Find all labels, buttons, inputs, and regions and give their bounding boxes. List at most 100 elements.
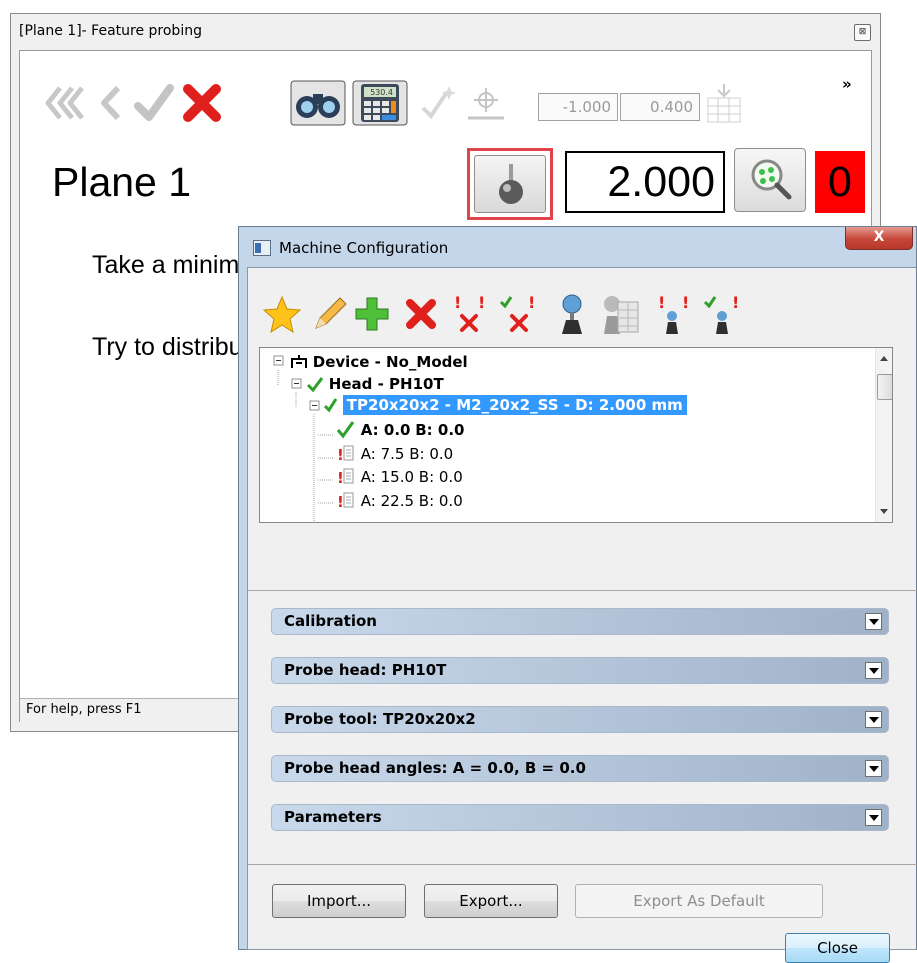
svg-text:!: !	[337, 469, 344, 486]
new-star-icon[interactable]	[262, 294, 302, 334]
angle-b: B: 0.0	[418, 468, 463, 486]
delete-x-icon[interactable]	[403, 296, 439, 332]
section-probe-head[interactable]: Probe head: PH10T	[271, 657, 889, 684]
probe-icon	[499, 164, 523, 204]
valid-x-icon[interactable]: !	[498, 292, 542, 336]
check-icon[interactable]	[132, 80, 176, 126]
divider	[248, 590, 917, 591]
chevron-down-icon[interactable]	[865, 662, 882, 679]
invalid-angle-icon: !	[337, 492, 354, 511]
section-parameters[interactable]: Parameters	[271, 804, 889, 831]
window-title: [Plane 1]- Feature probing	[19, 23, 202, 39]
section-calibration[interactable]: Calibration	[271, 608, 889, 635]
svg-text:!: !	[658, 293, 665, 312]
add-plus-icon[interactable]	[352, 294, 392, 334]
tree-node-angle[interactable]: A: 0.0 B: 0.0	[336, 419, 464, 439]
tree-node-angle[interactable]: ! A: 7.5 B: 0.0	[336, 443, 454, 464]
valid-check-icon	[323, 398, 338, 413]
status-text: For help, press F1	[26, 702, 142, 717]
section-label: Probe head angles: A = 0.0, B = 0.0	[284, 759, 586, 777]
scroll-thumb[interactable]	[877, 374, 892, 400]
magnifier-icon	[751, 159, 792, 200]
svg-text:!: !	[682, 293, 689, 312]
point-count-badge: 0	[815, 151, 865, 213]
section-label: Parameters	[284, 808, 382, 826]
first-icon[interactable]	[42, 80, 86, 126]
angle-b: B: 0.0	[418, 492, 463, 510]
divider	[248, 864, 917, 865]
chevron-down-icon[interactable]	[865, 760, 882, 777]
svg-text:!: !	[478, 293, 485, 312]
tree-node-tool-label: TP20x20x2 - M2_20x2_SS - D: 2.000 mm	[342, 395, 687, 415]
prev-icon[interactable]	[92, 80, 128, 126]
angle-b: B: 0.0	[409, 445, 454, 463]
close-button[interactable]: Close	[785, 933, 890, 963]
invalid-x-icon[interactable]: ! !	[448, 292, 492, 336]
title-bar: [Plane 1]- Feature probing ⊠	[11, 14, 880, 50]
coordinate-field-1[interactable]: -1.000	[538, 93, 618, 121]
invalid-angle-icon: !	[337, 445, 354, 464]
probe-button[interactable]	[467, 148, 553, 220]
magic-check-icon[interactable]	[415, 80, 459, 126]
crosshair-icon[interactable]	[464, 80, 508, 126]
tree-node-device[interactable]: Device - No_Model	[290, 353, 468, 371]
configuration-tree[interactable]: Device - No_Model Head - PH10T TP20x20x2…	[259, 347, 893, 523]
close-button[interactable]: X	[845, 227, 913, 250]
dialog-title: Machine Configuration	[279, 239, 449, 257]
chevron-down-icon[interactable]	[865, 613, 882, 630]
probe-button-face[interactable]	[474, 155, 546, 213]
angle-a: A: 0.0	[360, 421, 411, 439]
scroll-down-icon[interactable]	[879, 508, 889, 516]
scroll-up-icon[interactable]	[879, 354, 889, 362]
valid-check-icon	[306, 377, 324, 393]
edit-pencil-icon[interactable]	[310, 294, 350, 334]
section-label: Calibration	[284, 612, 377, 630]
calculator-icon[interactable]: 530.4	[352, 80, 408, 126]
device-icon	[291, 355, 307, 368]
invalid-angle-icon: !	[337, 468, 354, 487]
coordinate-field-2[interactable]: 0.400	[620, 93, 700, 121]
search-button[interactable]	[734, 148, 806, 212]
tree-node-angle[interactable]: ! A: 22.5 B: 0.0	[336, 490, 463, 511]
tree-node-angle[interactable]: ! A: 15.0 B: 0.0	[336, 466, 463, 487]
machine-configuration-dialog: Machine Configuration X ! ! ! ! ! ! Devi…	[238, 226, 917, 963]
export-as-default-button[interactable]: Export As Default	[575, 884, 823, 918]
angle-a: A: 22.5	[360, 492, 414, 510]
probe-table-icon[interactable]	[600, 292, 640, 336]
toolbar-overflow-icon[interactable]: »	[842, 75, 852, 93]
probe-invalid-icon[interactable]: ! !	[652, 292, 696, 336]
app-icon	[253, 240, 271, 256]
dialog-client: ! ! ! ! ! ! Device - No_Model Head - PH1…	[247, 267, 917, 963]
section-probe-head-angles[interactable]: Probe head angles: A = 0.0, B = 0.0	[271, 755, 889, 782]
chevron-down-icon[interactable]	[865, 711, 882, 728]
angle-a: A: 7.5	[360, 445, 405, 463]
svg-text:530.4: 530.4	[370, 88, 393, 97]
probe-icon[interactable]	[554, 292, 590, 336]
close-icon[interactable]: ⊠	[854, 24, 871, 41]
export-button[interactable]: Export...	[424, 884, 558, 918]
section-probe-tool[interactable]: Probe tool: TP20x20x2	[271, 706, 889, 733]
delete-icon[interactable]	[180, 80, 224, 126]
feature-name: Plane 1	[52, 159, 192, 205]
section-label: Probe tool: TP20x20x2	[284, 710, 476, 728]
svg-text:!: !	[454, 293, 461, 312]
probe-valid-icon[interactable]: !	[702, 292, 746, 336]
tree-scrollbar[interactable]	[875, 348, 892, 522]
tree-node-tool[interactable]: TP20x20x2 - M2_20x2_SS - D: 2.000 mm	[323, 395, 687, 415]
tree-node-device-label: Device - No_Model	[312, 353, 468, 371]
matrix-icon[interactable]	[702, 80, 746, 126]
svg-text:!: !	[732, 293, 739, 312]
svg-text:!: !	[337, 493, 344, 510]
valid-check-icon	[336, 421, 355, 439]
angle-b: B: 0.0	[415, 421, 465, 439]
binoculars-icon[interactable]	[290, 80, 346, 126]
import-button[interactable]: Import...	[272, 884, 406, 918]
svg-text:!: !	[337, 446, 344, 463]
diameter-display: 2.000	[565, 151, 725, 213]
tree-node-head-label: Head - PH10T	[328, 375, 444, 393]
title-bar: Machine Configuration X	[239, 227, 916, 267]
tree-node-head[interactable]: Head - PH10T	[306, 375, 444, 393]
section-label: Probe head: PH10T	[284, 661, 447, 679]
angle-a: A: 15.0	[360, 468, 414, 486]
chevron-down-icon[interactable]	[865, 809, 882, 826]
